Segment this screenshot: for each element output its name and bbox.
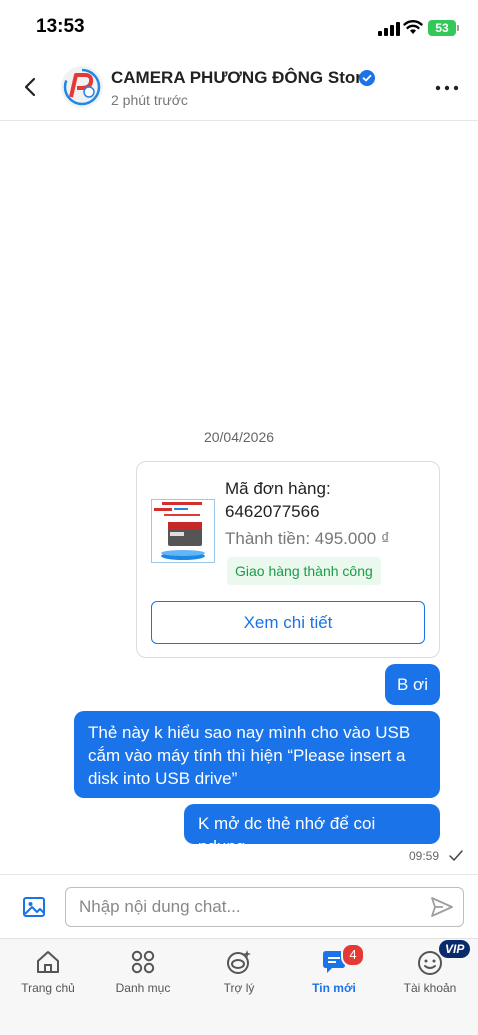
bottom-tab-bar: Trang chủ Danh mục Trợ lý 4 Tin mới VIP … — [0, 938, 478, 1035]
message-bubble[interactable]: Thẻ này k hiểu sao nay mình cho vào USB … — [74, 711, 440, 798]
signal-icon — [378, 22, 400, 36]
back-button[interactable] — [18, 74, 44, 100]
battery-icon: 53 — [428, 20, 456, 36]
tab-label: Trợ lý — [223, 981, 255, 995]
sent-check-icon — [449, 850, 463, 861]
wifi-icon — [403, 20, 423, 34]
message-time: 09:59 — [409, 849, 440, 863]
grid-icon — [131, 950, 155, 974]
order-card[interactable]: Mã đơn hàng: 6462077566 Thành tiền: 495.… — [136, 461, 440, 658]
store-avatar[interactable] — [61, 66, 103, 108]
message-bubble[interactable]: K mở dc thẻ nhớ để coi ndung — [184, 804, 440, 856]
image-picker-icon[interactable] — [22, 895, 46, 919]
unread-badge: 4 — [341, 943, 365, 967]
tab-home[interactable]: Trang chủ — [0, 939, 96, 1009]
tab-label: Trang chủ — [21, 981, 75, 995]
battery-tip — [457, 25, 459, 31]
tab-label: Tin mới — [312, 981, 356, 995]
sd-card-image — [152, 500, 214, 562]
store-name[interactable]: CAMERA PHƯƠNG ĐÔNG Store — [111, 68, 371, 88]
tab-label: Tài khoản — [403, 981, 457, 995]
product-thumbnail[interactable] — [151, 499, 215, 563]
order-code: 6462077566 — [225, 502, 320, 521]
order-total: Thành tiền: 495.000 ₫ — [225, 529, 390, 548]
home-icon — [37, 951, 59, 973]
send-icon[interactable] — [430, 896, 454, 918]
store-logo — [63, 68, 101, 106]
tab-assistant[interactable]: Trợ lý — [191, 939, 287, 1009]
status-bar: 13:53 53 — [0, 0, 478, 56]
verified-icon — [359, 70, 375, 86]
vip-badge: VIP — [439, 940, 471, 958]
message-bubble[interactable]: B ơi — [385, 664, 440, 705]
assistant-icon — [227, 950, 251, 974]
order-code-label: Mã đơn hàng: — [225, 479, 331, 498]
last-seen: 2 phút trước — [111, 92, 188, 108]
chat-input[interactable] — [65, 887, 464, 927]
order-status-badge: Giao hàng thành công — [227, 557, 381, 585]
tab-label: Danh mục — [115, 981, 171, 995]
view-detail-button[interactable]: Xem chi tiết — [151, 601, 425, 644]
status-time: 13:53 — [36, 16, 85, 37]
tab-account[interactable]: VIP Tài khoản — [382, 939, 478, 1009]
tab-messages[interactable]: 4 Tin mới — [286, 939, 382, 1009]
tab-categories[interactable]: Danh mục — [95, 939, 191, 1009]
chat-header: CAMERA PHƯƠNG ĐÔNG Store 2 phút trước — [0, 56, 478, 121]
more-options-icon[interactable] — [434, 78, 460, 98]
chat-composer — [0, 874, 478, 939]
date-separator: 20/04/2026 — [203, 429, 275, 445]
